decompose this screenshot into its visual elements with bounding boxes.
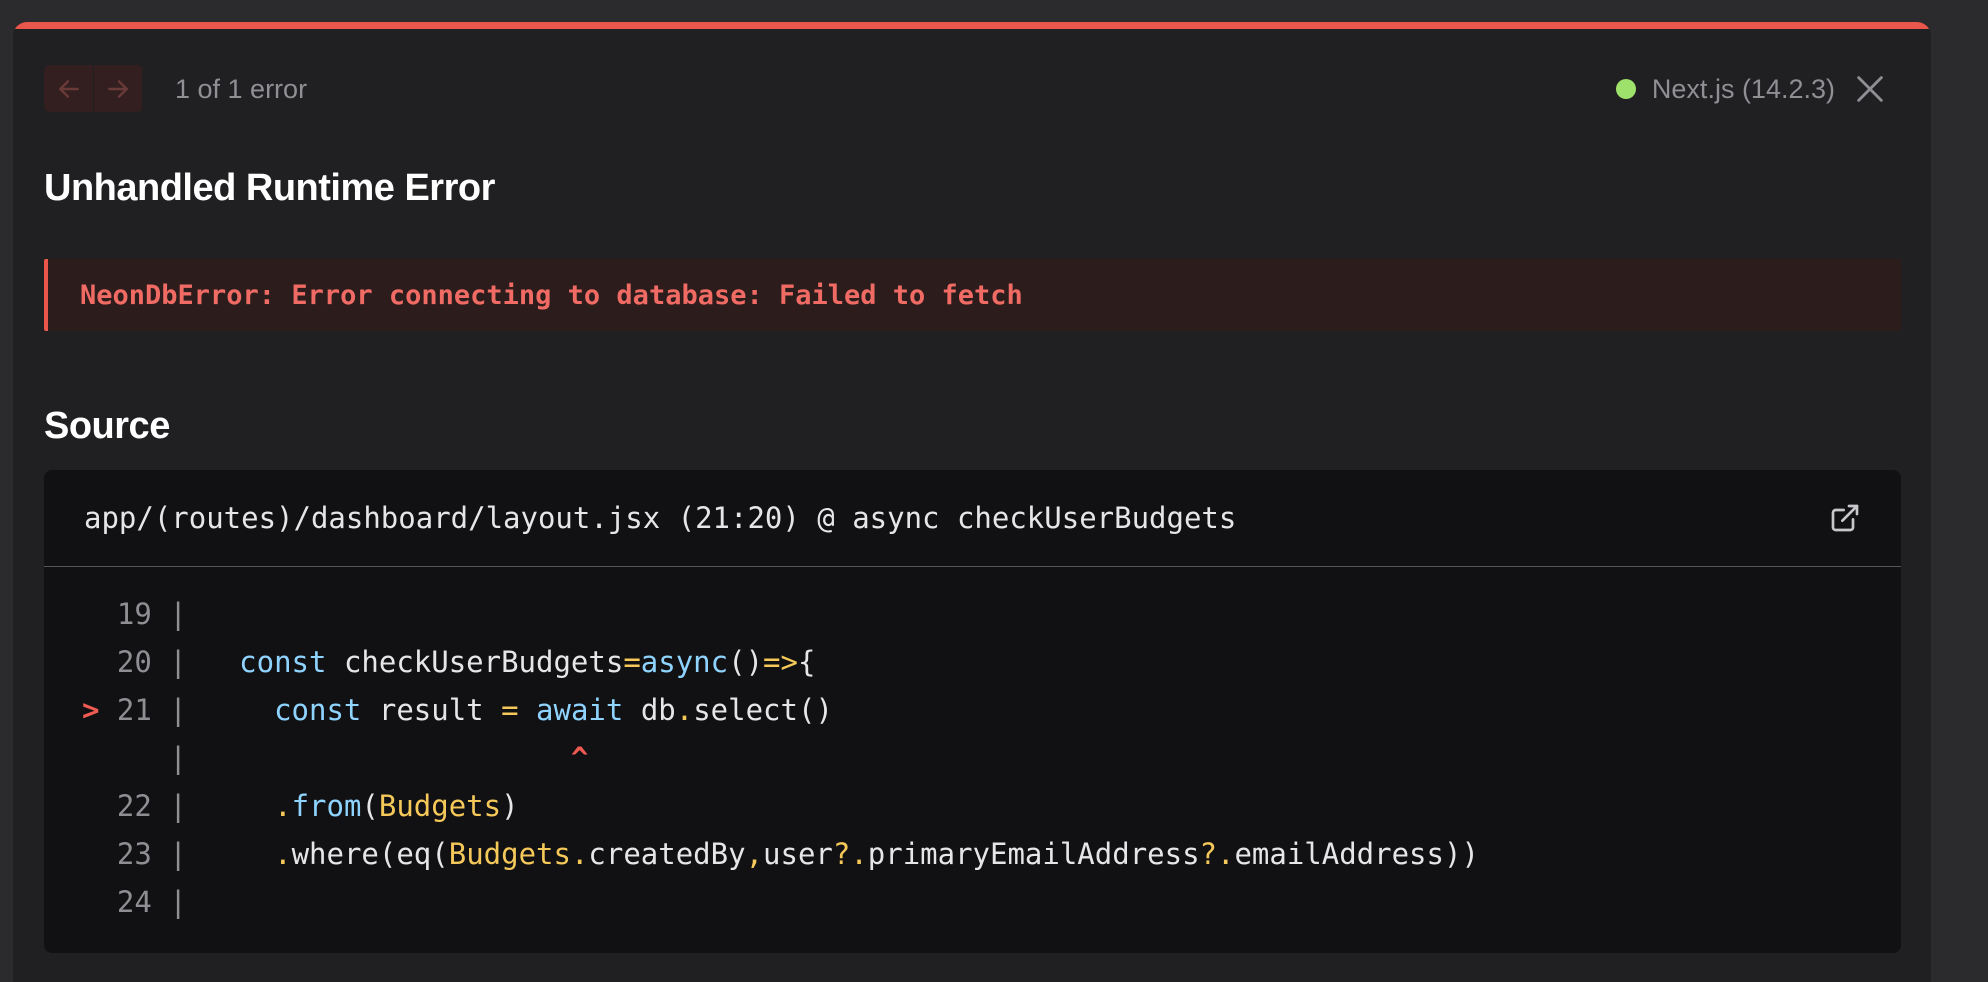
error-pagination [44, 65, 143, 112]
error-accent-bar [13, 22, 1931, 29]
error-count: 1 of 1 error [175, 74, 308, 104]
source-file-header: app/(routes)/dashboard/layout.jsx (21:20… [44, 470, 1901, 567]
code-line: 20 | const checkUserBudgets=async()=>{ [99, 645, 816, 679]
code-line: 23 | .where(eq(Budgets.createdBy,user?.p… [99, 837, 1479, 871]
code-line: | ^ [82, 734, 1479, 782]
line-number: 24 [99, 885, 152, 919]
source-panel: app/(routes)/dashboard/layout.jsx (21:20… [44, 470, 1901, 953]
code-line: 22 | .from(Budgets) [99, 789, 519, 823]
error-message: NeonDbError: Error connecting to databas… [80, 280, 1023, 311]
scrollbar-track [1945, 0, 1988, 982]
status-dot-icon [1615, 79, 1636, 99]
line-number [99, 741, 151, 775]
next-error-button[interactable] [93, 65, 142, 112]
error-line-marker: > [82, 693, 100, 727]
source-heading: Source [44, 405, 170, 447]
previous-error-button[interactable] [44, 65, 93, 112]
nextjs-version-indicator: Next.js (14.2.3) [1615, 72, 1835, 106]
source-file-path[interactable]: app/(routes)/dashboard/layout.jsx (21:20… [84, 500, 1236, 536]
overlay-backdrop: 1 of 1 error Next.js (14.2.3) Unhandled … [0, 0, 1988, 982]
nextjs-version-label: Next.js (14.2.3) [1651, 74, 1835, 104]
line-number: 21 [99, 693, 152, 727]
code-line: 24 | [99, 885, 240, 919]
line-number: 22 [99, 789, 152, 823]
arrow-right-icon [108, 79, 128, 98]
arrow-left-icon [58, 79, 79, 98]
close-icon [1857, 76, 1883, 102]
line-number: 19 [99, 597, 152, 631]
open-in-editor-button[interactable] [1829, 502, 1861, 534]
error-message-box: NeonDbError: Error connecting to databas… [44, 259, 1901, 331]
error-dialog: 1 of 1 error Next.js (14.2.3) Unhandled … [13, 22, 1931, 982]
line-number: 23 [99, 837, 152, 871]
close-button[interactable] [1851, 70, 1889, 108]
external-link-icon [1831, 504, 1859, 532]
line-number: 20 [99, 645, 152, 679]
code-line: > 21 | const result = await db.select() [82, 693, 833, 727]
code-line: 19 | [99, 597, 240, 631]
error-title: Unhandled Runtime Error [44, 167, 495, 209]
source-code-block: 19 | 20 | const checkUserBudgets=async()… [82, 590, 1479, 926]
